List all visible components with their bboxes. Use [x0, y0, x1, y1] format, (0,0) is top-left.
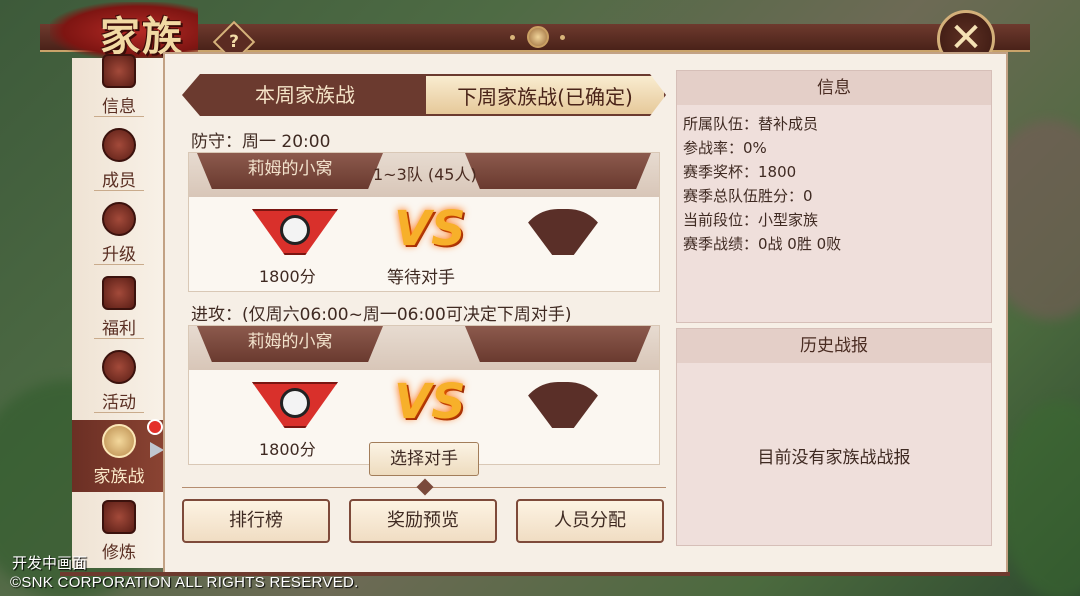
- info-line: 赛季战绩：0战 0胜 0败: [683, 235, 842, 253]
- sidebar-item-upgrade[interactable]: 升级: [72, 198, 166, 270]
- info-line: 赛季奖杯：1800: [683, 163, 797, 181]
- sidebar-item-info[interactable]: 信息: [72, 50, 166, 122]
- center-ornament-icon: [527, 26, 549, 48]
- family-crest-icon: [280, 215, 310, 245]
- reward-preview-button[interactable]: 奖励预览: [349, 499, 497, 543]
- sidebar-item-label: 福利: [102, 319, 136, 339]
- sidebar-item-label: 信息: [102, 97, 136, 117]
- team-count: 1~3队 (45人): [373, 165, 477, 184]
- members-icon: [102, 128, 136, 162]
- family-battle-icon: [102, 424, 136, 458]
- background-foliage: [1000, 400, 1080, 596]
- tab-this-week[interactable]: 本周家族战: [182, 74, 428, 116]
- match-status: 等待对手: [387, 268, 455, 288]
- team-name-banner: 莉姆的小窝: [197, 153, 383, 189]
- sidebar-item-event[interactable]: 活动: [72, 346, 166, 418]
- attack-heading: 进攻：(仅周六06:00~周一06:00可决定下周对手): [191, 305, 572, 325]
- sidebar-item-members[interactable]: 成员: [72, 124, 166, 196]
- defense-heading: 防守：周一 20:00: [191, 132, 331, 152]
- sidebar: 信息 成员 升级 福利 活动 家族战 修炼: [72, 54, 166, 568]
- team-name-banner: 莉姆的小窝: [197, 326, 383, 362]
- divider: [94, 412, 144, 413]
- sidebar-item-label: 家族战: [93, 467, 145, 487]
- info-icon: [102, 54, 136, 88]
- family-score: 1800分: [259, 440, 316, 459]
- attack-card: 莉姆的小窝 VS 1800分 选择对手: [188, 325, 660, 476]
- notification-dot: [147, 419, 163, 435]
- ornament-dot: [560, 35, 565, 40]
- leaderboard-button[interactable]: 排行榜: [182, 499, 330, 543]
- family-score: 1800分: [259, 267, 316, 286]
- info-line: 当前段位：小型家族: [683, 211, 819, 229]
- copyright-text: ©SNK CORPORATION ALL RIGHTS RESERVED.: [10, 574, 359, 591]
- opponent-banner: [465, 153, 651, 189]
- member-assignment-button[interactable]: 人员分配: [516, 499, 664, 543]
- info-line: 赛季总队伍胜分：0: [683, 187, 813, 205]
- history-title: 历史战报: [677, 329, 991, 363]
- vs-icon: VS: [394, 374, 466, 430]
- choose-opponent-button[interactable]: 选择对手: [369, 442, 479, 476]
- defense-card: 莉姆的小窝 1~3队 (45人) VS 1800分 等待对手: [188, 152, 660, 292]
- divider: [94, 116, 144, 117]
- opponent-fan-icon: [518, 209, 608, 255]
- family-crest-icon: [280, 388, 310, 418]
- info-panel: 信息 所属队伍：替补成员 参战率：0% 赛季奖杯：1800 赛季总队伍胜分：0 …: [676, 70, 992, 323]
- training-icon: [102, 500, 136, 534]
- dev-footage-label: 开发中画面: [12, 554, 88, 572]
- active-arrow-icon: [150, 442, 164, 458]
- gift-icon: [102, 276, 136, 310]
- info-line: 参战率：0%: [683, 139, 767, 157]
- history-empty-text: 目前没有家族战战报: [757, 448, 911, 468]
- opponent-banner: [465, 326, 651, 362]
- opponent-fan-icon: [518, 382, 608, 428]
- divider: [94, 338, 144, 339]
- tab-next-week[interactable]: 下周家族战(已确定): [424, 74, 666, 116]
- divider: [94, 190, 144, 191]
- ornament-dot: [510, 35, 515, 40]
- divider: [94, 264, 144, 265]
- vs-icon: VS: [394, 201, 466, 257]
- sidebar-item-label: 升级: [102, 245, 136, 265]
- event-icon: [102, 350, 136, 384]
- sidebar-item-label: 活动: [102, 393, 136, 413]
- info-line: 所属队伍：替补成员: [683, 115, 819, 133]
- sidebar-item-label: 成员: [102, 171, 136, 191]
- info-title: 信息: [677, 71, 991, 105]
- sidebar-item-welfare[interactable]: 福利: [72, 272, 166, 344]
- history-panel: 历史战报 目前没有家族战战报: [676, 328, 992, 546]
- upgrade-icon: [102, 202, 136, 236]
